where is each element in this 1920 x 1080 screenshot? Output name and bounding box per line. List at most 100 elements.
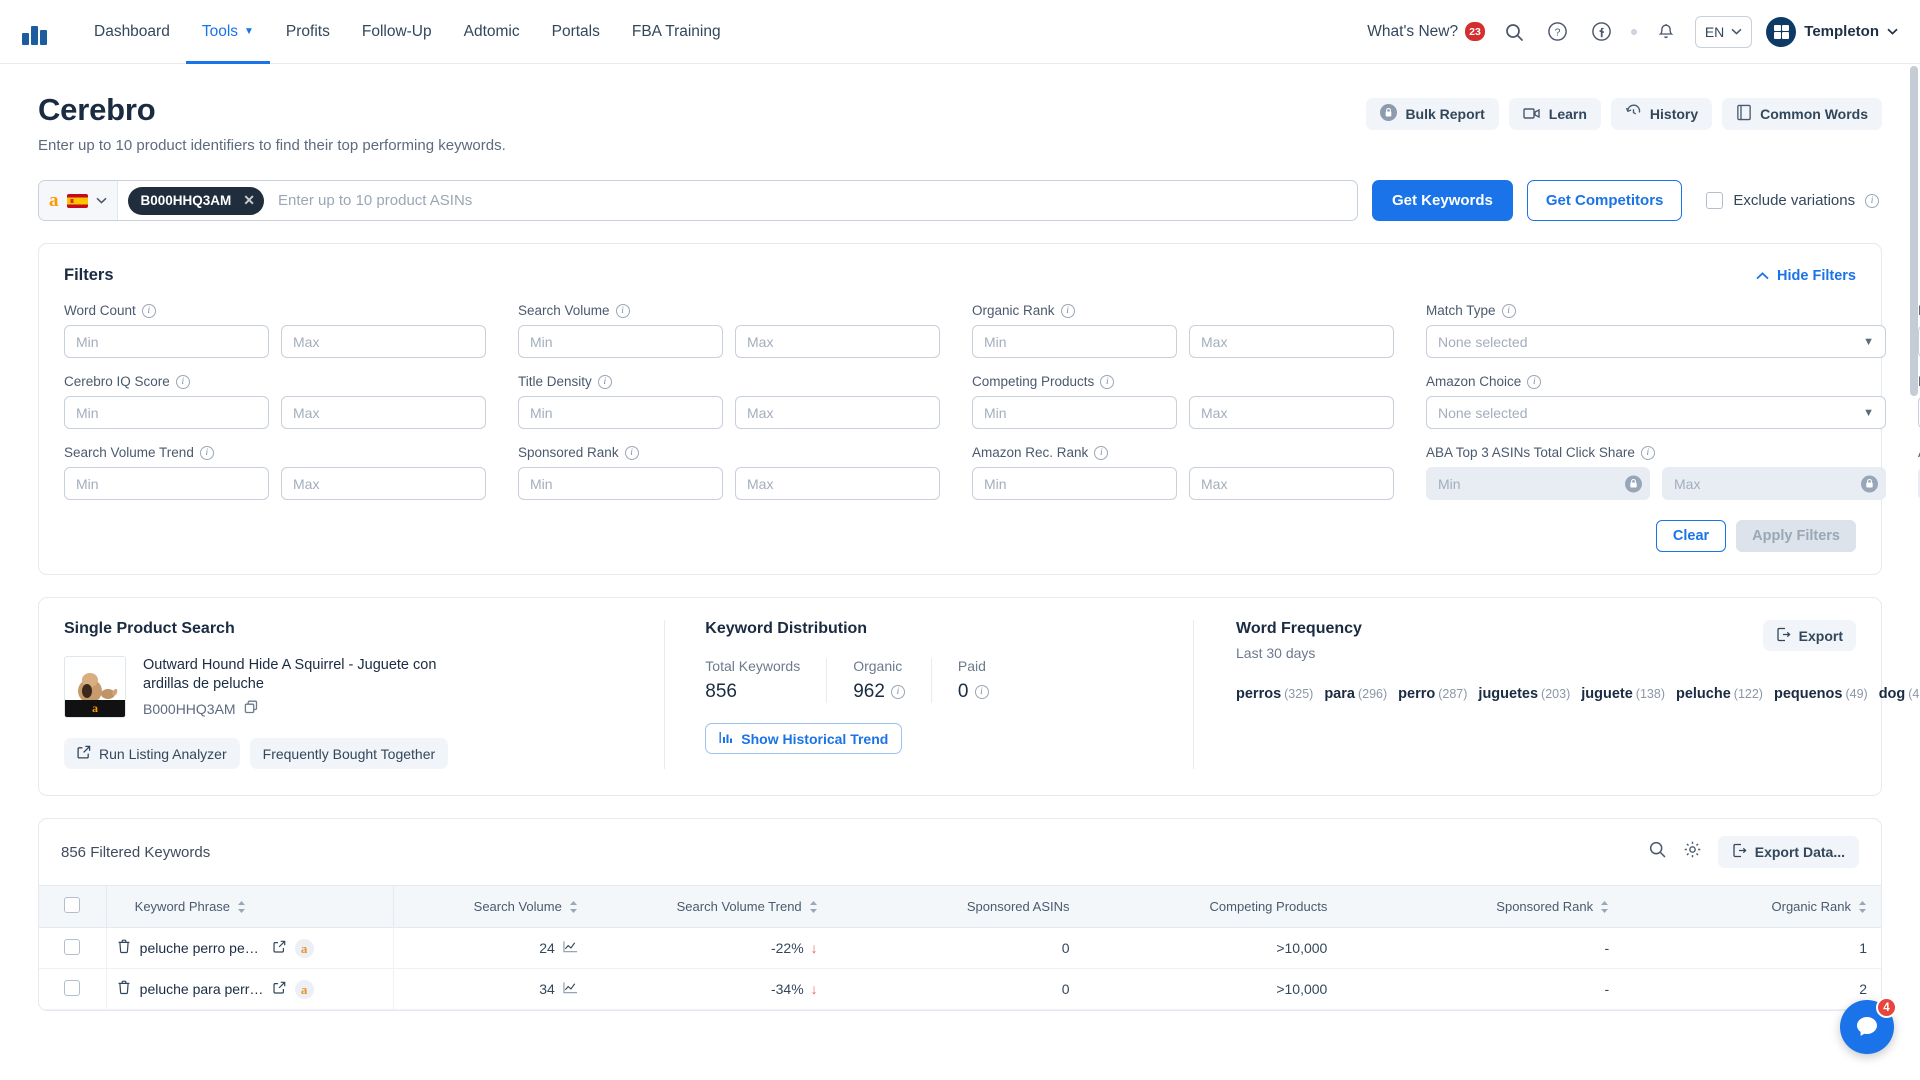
language-selector[interactable]: EN [1694,15,1753,48]
amz-rec-rank-min-input[interactable] [972,467,1177,500]
common-words-button[interactable]: Common Words [1722,98,1882,130]
organic-rank-max-input[interactable] [1189,325,1394,358]
notifications-bell-icon[interactable] [1651,17,1681,47]
marketplace-selector[interactable]: a [39,181,118,220]
page-scrollbar[interactable] [1910,66,1918,396]
info-icon[interactable]: i [141,303,156,318]
info-icon[interactable]: i [624,445,639,460]
column-search-volume-trend[interactable]: Search Volume Trend [591,885,832,928]
table-row[interactable]: peluche perro peque... a 24 -22% ↓ 0>10,000-1 [39,927,1881,969]
table-settings-gear-icon[interactable] [1683,840,1702,864]
table-row[interactable]: peluche para perros ...a34-34%↓0>10,000-… [39,968,1881,1010]
external-link-icon[interactable] [273,981,286,997]
word-frequency-item[interactable]: perro (287) [1398,685,1467,702]
info-icon[interactable]: i [1100,374,1115,389]
info-icon[interactable]: i [1527,374,1542,389]
delete-icon[interactable] [117,939,131,957]
search-volume-min-input[interactable] [518,325,723,358]
column-search-volume[interactable]: Search Volume [393,885,592,928]
delete-icon[interactable] [117,980,131,998]
external-link-icon[interactable] [273,940,286,956]
select-all-checkbox[interactable] [64,897,81,913]
word-frequency-item[interactable]: para (296) [1324,685,1387,702]
nav-item-dashboard[interactable]: Dashboard [78,0,186,64]
cerebro-iq-min-input[interactable] [64,396,269,429]
nav-item-tools[interactable]: Tools ▼ [186,0,270,64]
amazon-choice-select[interactable]: None selected ▼ [1426,396,1886,429]
organic-rank-min-input[interactable] [972,325,1177,358]
chat-widget-button[interactable]: 4 [1840,997,1897,1054]
hide-filters-toggle[interactable]: Hide Filters [1756,268,1856,284]
info-icon[interactable]: i [1094,445,1109,460]
nav-item-follow-up[interactable]: Follow-Up [346,0,448,64]
column-keyword-phrase[interactable]: Keyword Phrase [106,885,395,928]
nav-item-fba-training[interactable]: FBA Training [616,0,737,64]
trend-sparkline-icon[interactable] [563,981,578,997]
whats-new-link[interactable]: What's New? 23 [1367,22,1485,41]
word-frequency-item[interactable]: juguete (138) [1581,685,1665,702]
sponsored-rank-max-input[interactable] [735,467,940,500]
word-count-max-input[interactable] [281,325,486,358]
run-listing-analyzer-button[interactable]: Run Listing Analyzer [64,738,240,769]
help-icon[interactable]: ? [1543,17,1573,47]
amz-rec-rank-max-input[interactable] [1189,467,1394,500]
history-button[interactable]: History [1610,98,1713,130]
info-icon[interactable]: i [199,445,214,460]
word-frequency-item[interactable]: perros (325) [1236,685,1313,702]
info-icon[interactable]: i [615,303,630,318]
asin-input[interactable] [264,192,1357,209]
export-data-button[interactable]: Export Data... [1717,836,1859,868]
search-icon[interactable] [1499,17,1529,47]
export-button[interactable]: Export [1762,620,1856,651]
info-icon[interactable]: i [1640,445,1655,460]
competing-products-max-input[interactable] [1189,396,1394,429]
info-icon[interactable]: i [597,374,612,389]
word-frequency-item[interactable]: dog(48) [1879,685,1920,702]
svt-max-input[interactable] [281,467,486,500]
apply-filters-button[interactable]: Apply Filters [1736,520,1856,552]
cerebro-iq-max-input[interactable] [281,396,486,429]
trend-sparkline-icon[interactable] [563,940,578,956]
clear-filters-button[interactable]: Clear [1655,520,1727,552]
exclude-variations-checkbox[interactable] [1706,192,1724,209]
facebook-icon[interactable] [1587,17,1617,47]
word-frequency-item[interactable]: pequenos (49) [1774,685,1868,702]
row-checkbox[interactable] [64,979,81,996]
competing-products-min-input[interactable] [972,396,1177,429]
user-menu[interactable]: Templeton [1766,16,1898,47]
match-type-select[interactable]: None selected ▼ [1426,325,1886,358]
info-icon[interactable]: i [1865,193,1880,208]
info-icon[interactable]: i [974,685,989,699]
bulk-report-button[interactable]: Bulk Report [1366,98,1499,130]
amazon-icon[interactable]: a [294,938,314,958]
word-count-min-input[interactable] [64,325,269,358]
title-density-min-input[interactable] [518,396,723,429]
show-historical-trend-button[interactable]: Show Historical Trend [705,723,903,754]
info-icon[interactable]: i [890,685,905,699]
table-search-icon[interactable] [1648,840,1667,864]
info-icon[interactable]: i [175,374,190,389]
search-volume-max-input[interactable] [735,325,940,358]
nav-item-profits[interactable]: Profits [270,0,346,64]
learn-button[interactable]: Learn [1508,98,1601,130]
title-density-max-input[interactable] [735,396,940,429]
word-frequency-item[interactable]: juguetes (203) [1478,685,1570,702]
svt-min-input[interactable] [64,467,269,500]
close-icon[interactable]: ✕ [240,192,258,209]
column-organic-rank[interactable]: Organic Rank [1623,885,1881,928]
sponsored-rank-min-input[interactable] [518,467,723,500]
helium10-logo-icon[interactable] [22,19,52,45]
get-competitors-button[interactable]: Get Competitors [1526,180,1683,221]
info-icon[interactable]: i [1060,303,1075,318]
get-keywords-button[interactable]: Get Keywords [1372,180,1513,221]
column-sponsored-rank[interactable]: Sponsored Rank [1341,885,1624,928]
row-checkbox[interactable] [64,938,81,955]
frequently-bought-together-button[interactable]: Frequently Bought Together [249,738,449,769]
word-frequency-item[interactable]: peluche (122) [1676,685,1763,702]
asin-chip[interactable]: B000HHQ3AM ✕ [127,186,265,215]
copy-icon[interactable] [244,700,258,717]
nav-item-adtomic[interactable]: Adtomic [448,0,536,64]
info-icon[interactable]: i [1501,303,1516,318]
nav-item-portals[interactable]: Portals [536,0,616,64]
amazon-icon[interactable]: a [294,979,314,999]
